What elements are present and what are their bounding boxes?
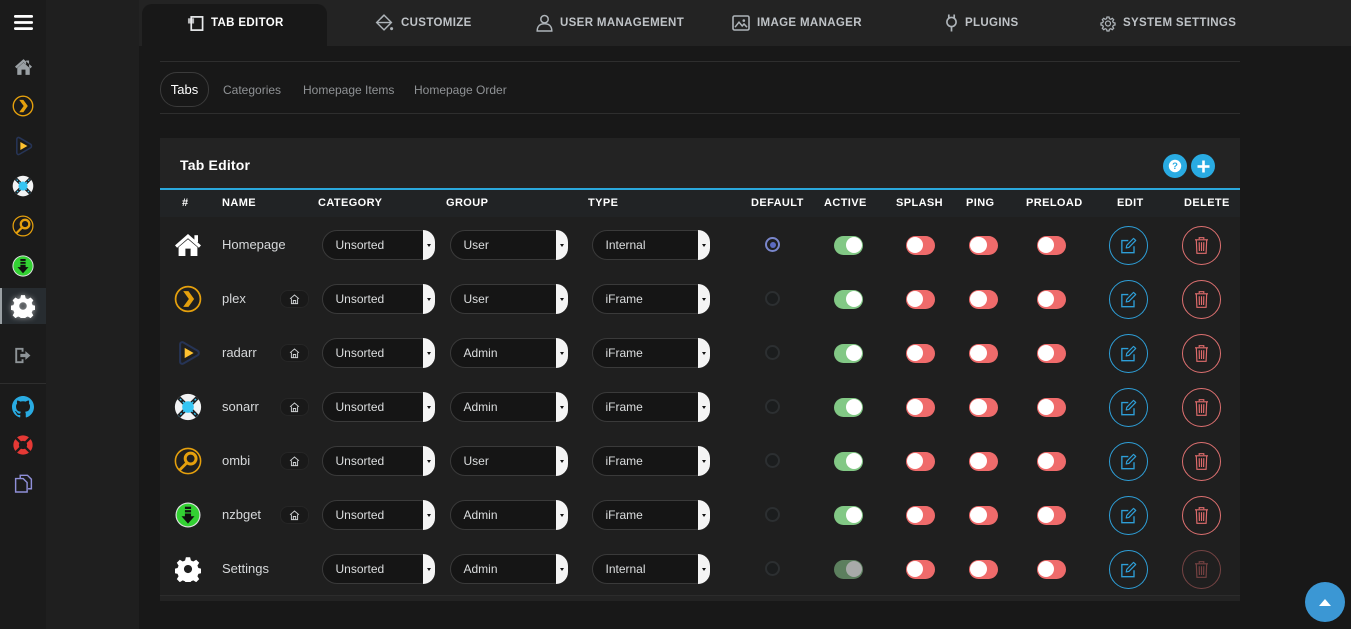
svg-text:?: ? bbox=[1172, 161, 1178, 172]
